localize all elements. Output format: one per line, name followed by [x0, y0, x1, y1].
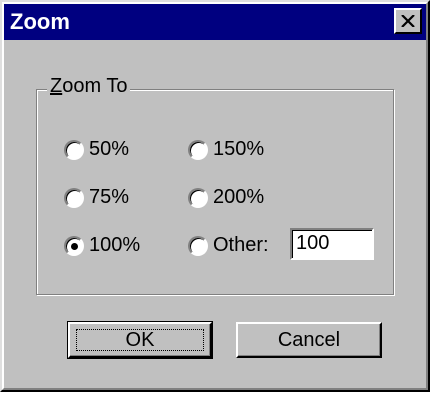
zoom-to-label-rest: oom To [62, 75, 128, 97]
radio-circle-icon [188, 235, 208, 256]
radio-circle-icon [64, 139, 84, 160]
close-button[interactable] [394, 8, 422, 34]
dialog-title: Zoom [10, 9, 70, 34]
radio-75[interactable]: 75% [64, 186, 129, 209]
radio-dot-icon [71, 242, 78, 250]
radio-selected-icon [64, 235, 84, 256]
title-bar[interactable]: Zoom [4, 4, 426, 40]
radio-circle-icon [188, 139, 208, 160]
close-x-icon [401, 15, 415, 27]
radio-50-label: 50% [89, 138, 130, 160]
radio-200[interactable]: 200% [188, 186, 264, 209]
radio-150-label: 150% [213, 138, 265, 160]
zoom-to-mnemonic: Z [50, 75, 63, 97]
cancel-button-label: Cancel [277, 328, 341, 351]
radio-75-label: 75% [89, 186, 130, 208]
ok-button[interactable]: OK [67, 321, 213, 359]
radio-other-label: Other: [213, 234, 269, 256]
radio-100-label: 100% [89, 234, 141, 256]
radio-100[interactable]: 100% [64, 234, 140, 257]
focus-rectangle [76, 329, 204, 351]
zoom-dialog: Zoom Zoom To 50% 75% 100% 150% 200% Othe… [0, 0, 430, 392]
radio-150[interactable]: 150% [188, 138, 264, 161]
radio-other[interactable]: Other: [188, 234, 269, 257]
radio-200-label: 200% [213, 186, 265, 208]
radio-circle-icon [64, 187, 84, 208]
radio-circle-icon [188, 187, 208, 208]
radio-50[interactable]: 50% [64, 138, 129, 161]
cancel-button[interactable]: Cancel [236, 322, 382, 358]
other-zoom-field[interactable]: 100 [290, 228, 374, 260]
zoom-to-group-label: Zoom To [47, 75, 131, 98]
